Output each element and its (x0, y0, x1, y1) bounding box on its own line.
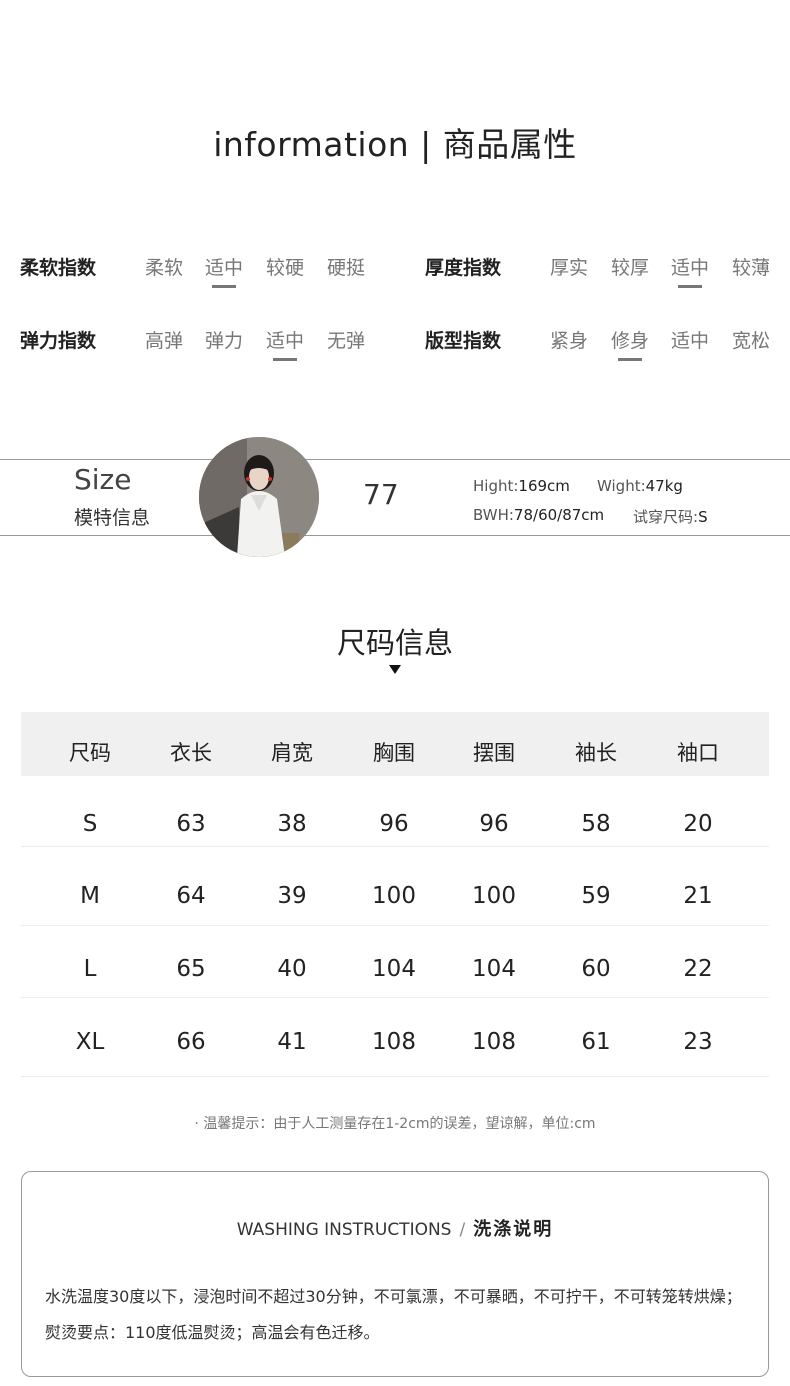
table-cell: 60 (581, 956, 611, 982)
model-photo (199, 437, 319, 557)
washing-instructions-box (21, 1171, 769, 1377)
elasticity-label: 弹力指数 (20, 330, 97, 352)
washing-title-separator: / (459, 1220, 466, 1240)
height-label: Hight: (473, 477, 519, 495)
table-cell: 22 (683, 956, 713, 982)
table-cell: 20 (683, 811, 713, 837)
table-cell: 96 (379, 811, 409, 837)
table-cell: L (83, 956, 97, 982)
table-header-cell: 袖口 (677, 741, 719, 765)
table-cell: 40 (277, 956, 307, 982)
elasticity-option: 弹力 (204, 330, 243, 352)
model-height: Hight:169cm (473, 477, 570, 495)
table-cell: 108 (372, 1029, 416, 1055)
divider-bottom (0, 535, 790, 536)
table-cell: 64 (176, 883, 206, 909)
model-info-heading: 模特信息 (74, 507, 151, 529)
fit-label: 版型指数 (425, 330, 502, 352)
table-cell: 108 (472, 1029, 516, 1055)
row-divider (21, 846, 769, 847)
page-title: information | 商品属性 (213, 125, 577, 164)
table-header-cell: 尺码 (69, 741, 111, 765)
thickness-option: 厚实 (549, 257, 588, 279)
model-trial-size: 试穿尺码:S (633, 506, 708, 527)
table-header-cell: 摆围 (473, 741, 515, 765)
bwh-value: 78/60/87cm (513, 506, 605, 524)
divider-top (0, 459, 790, 460)
table-header-cell: 肩宽 (271, 741, 313, 765)
model-number: 77 (363, 478, 399, 511)
washing-title: WASHING INSTRUCTIONS / 洗涤说明 (0, 1215, 790, 1241)
size-chart-title: 尺码信息 (336, 626, 453, 660)
table-cell: 104 (372, 956, 416, 982)
washing-line-1: 水洗温度30度以下，浸泡时间不超过30分钟，不可氯漂，不可暴晒，不可拧干，不可转… (45, 1287, 742, 1306)
model-bwh: BWH:78/60/87cm (473, 506, 604, 524)
table-header-cell: 袖长 (575, 741, 617, 765)
table-cell: 38 (277, 811, 307, 837)
table-cell: 63 (176, 811, 206, 837)
table-cell: 59 (581, 883, 611, 909)
table-cell: 39 (277, 883, 307, 909)
elasticity-option: 无弹 (326, 330, 365, 352)
washing-title-cn: 洗涤说明 (473, 1219, 554, 1240)
size-heading: Size (74, 463, 132, 496)
table-cell: XL (75, 1029, 105, 1055)
table-cell: 61 (581, 1029, 611, 1055)
fit-option-selected: 修身 (604, 326, 656, 361)
bwh-label: BWH: (473, 506, 514, 524)
softness-option: 柔软 (144, 257, 183, 279)
elasticity-option-selected: 适中 (259, 326, 311, 361)
fit-option: 宽松 (731, 330, 770, 352)
height-value: 169cm (518, 477, 570, 495)
softness-label: 柔软指数 (20, 257, 97, 279)
table-cell: 100 (372, 883, 416, 909)
table-cell: M (80, 883, 100, 909)
row-divider (21, 925, 769, 926)
thickness-option: 较厚 (610, 257, 649, 279)
row-divider (21, 1076, 769, 1077)
row-divider (21, 997, 769, 998)
weight-value: 47kg (645, 477, 683, 495)
table-cell: 23 (683, 1029, 713, 1055)
thickness-option: 较薄 (731, 257, 770, 279)
table-header-cell: 胸围 (373, 741, 415, 765)
fit-option: 紧身 (549, 330, 588, 352)
softness-option: 硬挺 (326, 257, 365, 279)
table-cell: 96 (479, 811, 509, 837)
thickness-option-selected: 适中 (664, 253, 716, 288)
softness-option: 较硬 (265, 257, 304, 279)
fit-option: 适中 (670, 330, 709, 352)
table-cell: 100 (472, 883, 516, 909)
table-cell: 104 (472, 956, 516, 982)
washing-line-2: 熨烫要点：110度低温熨烫；高温会有色迁移。 (45, 1323, 380, 1342)
table-cell: 66 (176, 1029, 206, 1055)
triangle-down-icon (389, 665, 401, 674)
model-weight: Wight:47kg (597, 477, 683, 495)
softness-option-selected: 适中 (198, 253, 250, 288)
table-cell: 41 (277, 1029, 307, 1055)
trial-size-label: 试穿尺码: (633, 508, 699, 526)
table-cell: 65 (176, 956, 206, 982)
table-cell: 21 (683, 883, 713, 909)
weight-label: Wight: (597, 477, 646, 495)
table-cell: S (82, 811, 98, 837)
table-cell: 58 (581, 811, 611, 837)
washing-title-en: WASHING INSTRUCTIONS (236, 1220, 452, 1240)
thickness-label: 厚度指数 (425, 257, 502, 279)
table-header-cell: 衣长 (170, 741, 212, 765)
measurement-note: · 温馨提示：由于人工测量存在1-2cm的误差，望谅解，单位:cm (194, 1116, 596, 1132)
elasticity-option: 高弹 (144, 330, 183, 352)
trial-size-value: S (698, 508, 708, 526)
